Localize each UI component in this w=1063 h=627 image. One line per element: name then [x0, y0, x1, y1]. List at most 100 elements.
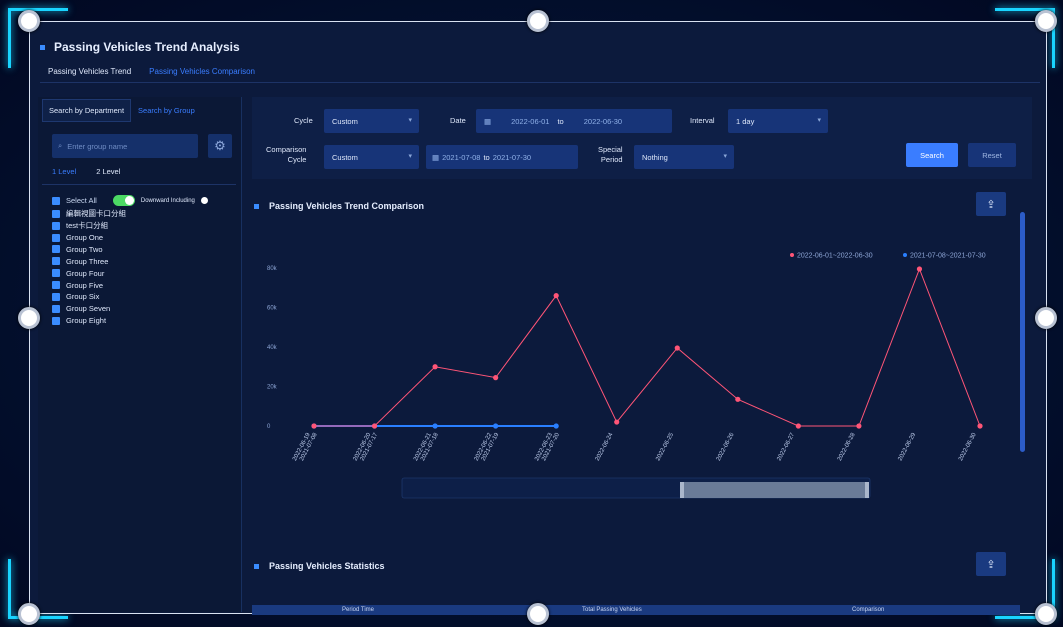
list-item[interactable]: Group Two	[52, 245, 126, 255]
group-label: Group Five	[66, 280, 104, 290]
legend-entry[interactable]: 2021-07-08~2021-07-30	[910, 253, 986, 260]
group-label: test卡口分組	[66, 221, 109, 231]
info-icon[interactable]	[200, 197, 208, 204]
group-sidebar: Search by Department Search by Group ⌕ E…	[38, 97, 242, 612]
search-button[interactable]: Search	[906, 143, 958, 167]
data-point[interactable]	[977, 423, 983, 429]
interval-select[interactable]: 1 day ▾	[728, 109, 828, 133]
legend-entry[interactable]: 2022-06-01~2022-06-30	[797, 253, 873, 260]
search-icon: ⌕	[58, 141, 63, 150]
list-item[interactable]: Group Three	[52, 257, 126, 267]
resize-handle[interactable]	[1035, 307, 1057, 329]
group-checkbox[interactable]	[52, 316, 60, 325]
section-bullet-icon	[254, 203, 259, 209]
comparison-value: Custom	[332, 152, 358, 162]
data-point[interactable]	[614, 419, 620, 425]
tab-divider	[40, 82, 1040, 83]
x-tick-label: 2022-06-26	[716, 432, 736, 463]
legend-marker	[903, 253, 907, 257]
cycle-select[interactable]: Custom ▾	[324, 109, 419, 133]
group-checkbox[interactable]	[52, 245, 60, 254]
gear-button[interactable]: ⚙	[208, 134, 232, 158]
list-item[interactable]: Group Four	[52, 268, 126, 278]
data-point[interactable]	[856, 423, 862, 429]
special-period-select[interactable]: Nothing ▾	[634, 145, 734, 169]
x-tick-label: 2022-06-29	[898, 432, 918, 463]
list-item[interactable]: Group Eight	[52, 316, 126, 326]
data-point[interactable]	[795, 423, 801, 429]
data-point[interactable]	[916, 266, 923, 272]
tab-search-by-department[interactable]: Search by Department	[42, 99, 132, 122]
comparison-date-range[interactable]: ▦ 2021-07-08 to 2021-07-30	[426, 145, 578, 169]
group-checkbox[interactable]	[52, 221, 60, 230]
date-end: 2022-06-30	[583, 116, 623, 126]
data-point[interactable]	[311, 423, 317, 429]
group-checkbox[interactable]	[52, 292, 60, 301]
resize-handle[interactable]	[1035, 603, 1057, 625]
group-checkbox[interactable]	[52, 304, 60, 313]
data-point[interactable]	[674, 345, 680, 351]
group-checkbox[interactable]	[52, 269, 60, 278]
zoom-slider-handle[interactable]	[865, 482, 869, 498]
list-item[interactable]: test卡口分組	[52, 221, 126, 231]
reset-button[interactable]: Reset	[968, 143, 1016, 167]
data-point[interactable]	[735, 396, 741, 402]
group-checkbox[interactable]	[52, 209, 60, 218]
group-label: Group Four	[66, 268, 105, 278]
zoom-slider-handle[interactable]	[680, 482, 684, 498]
comparison-cycle-label: Comparison Cycle	[266, 145, 306, 165]
x-tick-label: 2022-06-28	[837, 432, 857, 463]
group-checkbox[interactable]	[52, 281, 60, 290]
level-tabs: 1 Level 2 Level	[52, 167, 120, 176]
data-point[interactable]	[553, 293, 559, 299]
comparison-label-line2: Cycle	[287, 155, 307, 164]
group-checkbox[interactable]	[52, 233, 60, 242]
group-checkbox[interactable]	[52, 257, 60, 266]
select-all-label: Select All	[66, 196, 97, 205]
data-point[interactable]	[371, 423, 378, 429]
search-mode-tabs: Search by Department Search by Group	[42, 99, 202, 122]
list-item[interactable]: Group One	[52, 233, 126, 243]
resize-handle[interactable]	[527, 603, 549, 625]
data-point[interactable]	[432, 364, 438, 370]
analysis-panel: Passing Vehicles Trend Analysis Passing …	[30, 22, 1046, 615]
main-tabs: Passing Vehicles Trend Passing Vehicles …	[48, 67, 255, 76]
export-button[interactable]: ⇪	[976, 552, 1006, 576]
data-point[interactable]	[432, 423, 438, 429]
y-tick-label: 40k	[267, 345, 278, 351]
resize-handle[interactable]	[1035, 10, 1057, 32]
tab-passing-vehicles-comparison[interactable]: Passing Vehicles Comparison	[149, 67, 255, 76]
data-point[interactable]	[553, 423, 559, 429]
stats-col-header: Period Time	[342, 607, 375, 613]
tab-level-1[interactable]: 1 Level	[52, 167, 76, 176]
y-tick-label: 0	[267, 424, 271, 430]
select-all-checkbox[interactable]	[52, 196, 60, 205]
date-range-picker[interactable]: ▦ 2022-06-01 to 2022-06-30	[476, 109, 672, 133]
tab-level-2[interactable]: 2 Level	[96, 167, 120, 176]
list-item[interactable]: 編輯視圖卡口分組	[52, 209, 126, 219]
comparison-end: 2021-07-30	[492, 152, 532, 162]
group-search-input[interactable]: ⌕ Enter group name	[52, 134, 198, 158]
x-tick-label: 2022-06-24	[595, 432, 615, 463]
resize-handle[interactable]	[527, 10, 549, 32]
vertical-scrollbar[interactable]	[1020, 212, 1025, 452]
data-point[interactable]	[493, 375, 499, 381]
tab-search-by-group[interactable]: Search by Group	[131, 99, 202, 122]
tab-passing-vehicles-trend[interactable]: Passing Vehicles Trend	[48, 67, 131, 76]
export-button[interactable]: ⇪	[976, 192, 1006, 216]
resize-handle[interactable]	[18, 603, 40, 625]
list-item[interactable]: Group Seven	[52, 304, 126, 314]
resize-handle[interactable]	[18, 307, 40, 329]
downward-including-toggle[interactable]	[112, 195, 135, 206]
selection-frame: Passing Vehicles Trend Analysis Passing …	[29, 21, 1047, 615]
list-item[interactable]: Group Six	[52, 292, 126, 302]
cycle-value: Custom	[332, 116, 358, 126]
list-item[interactable]: Group Five	[52, 280, 126, 290]
data-point[interactable]	[493, 423, 499, 429]
comparison-cycle-select[interactable]: Custom ▾	[324, 145, 419, 169]
resize-handle[interactable]	[18, 10, 40, 32]
group-label: Group Three	[66, 256, 109, 266]
special-label-line2: Period	[600, 155, 623, 164]
downward-including-label: Downward Including	[140, 197, 195, 204]
zoom-slider-window[interactable]	[682, 482, 867, 498]
